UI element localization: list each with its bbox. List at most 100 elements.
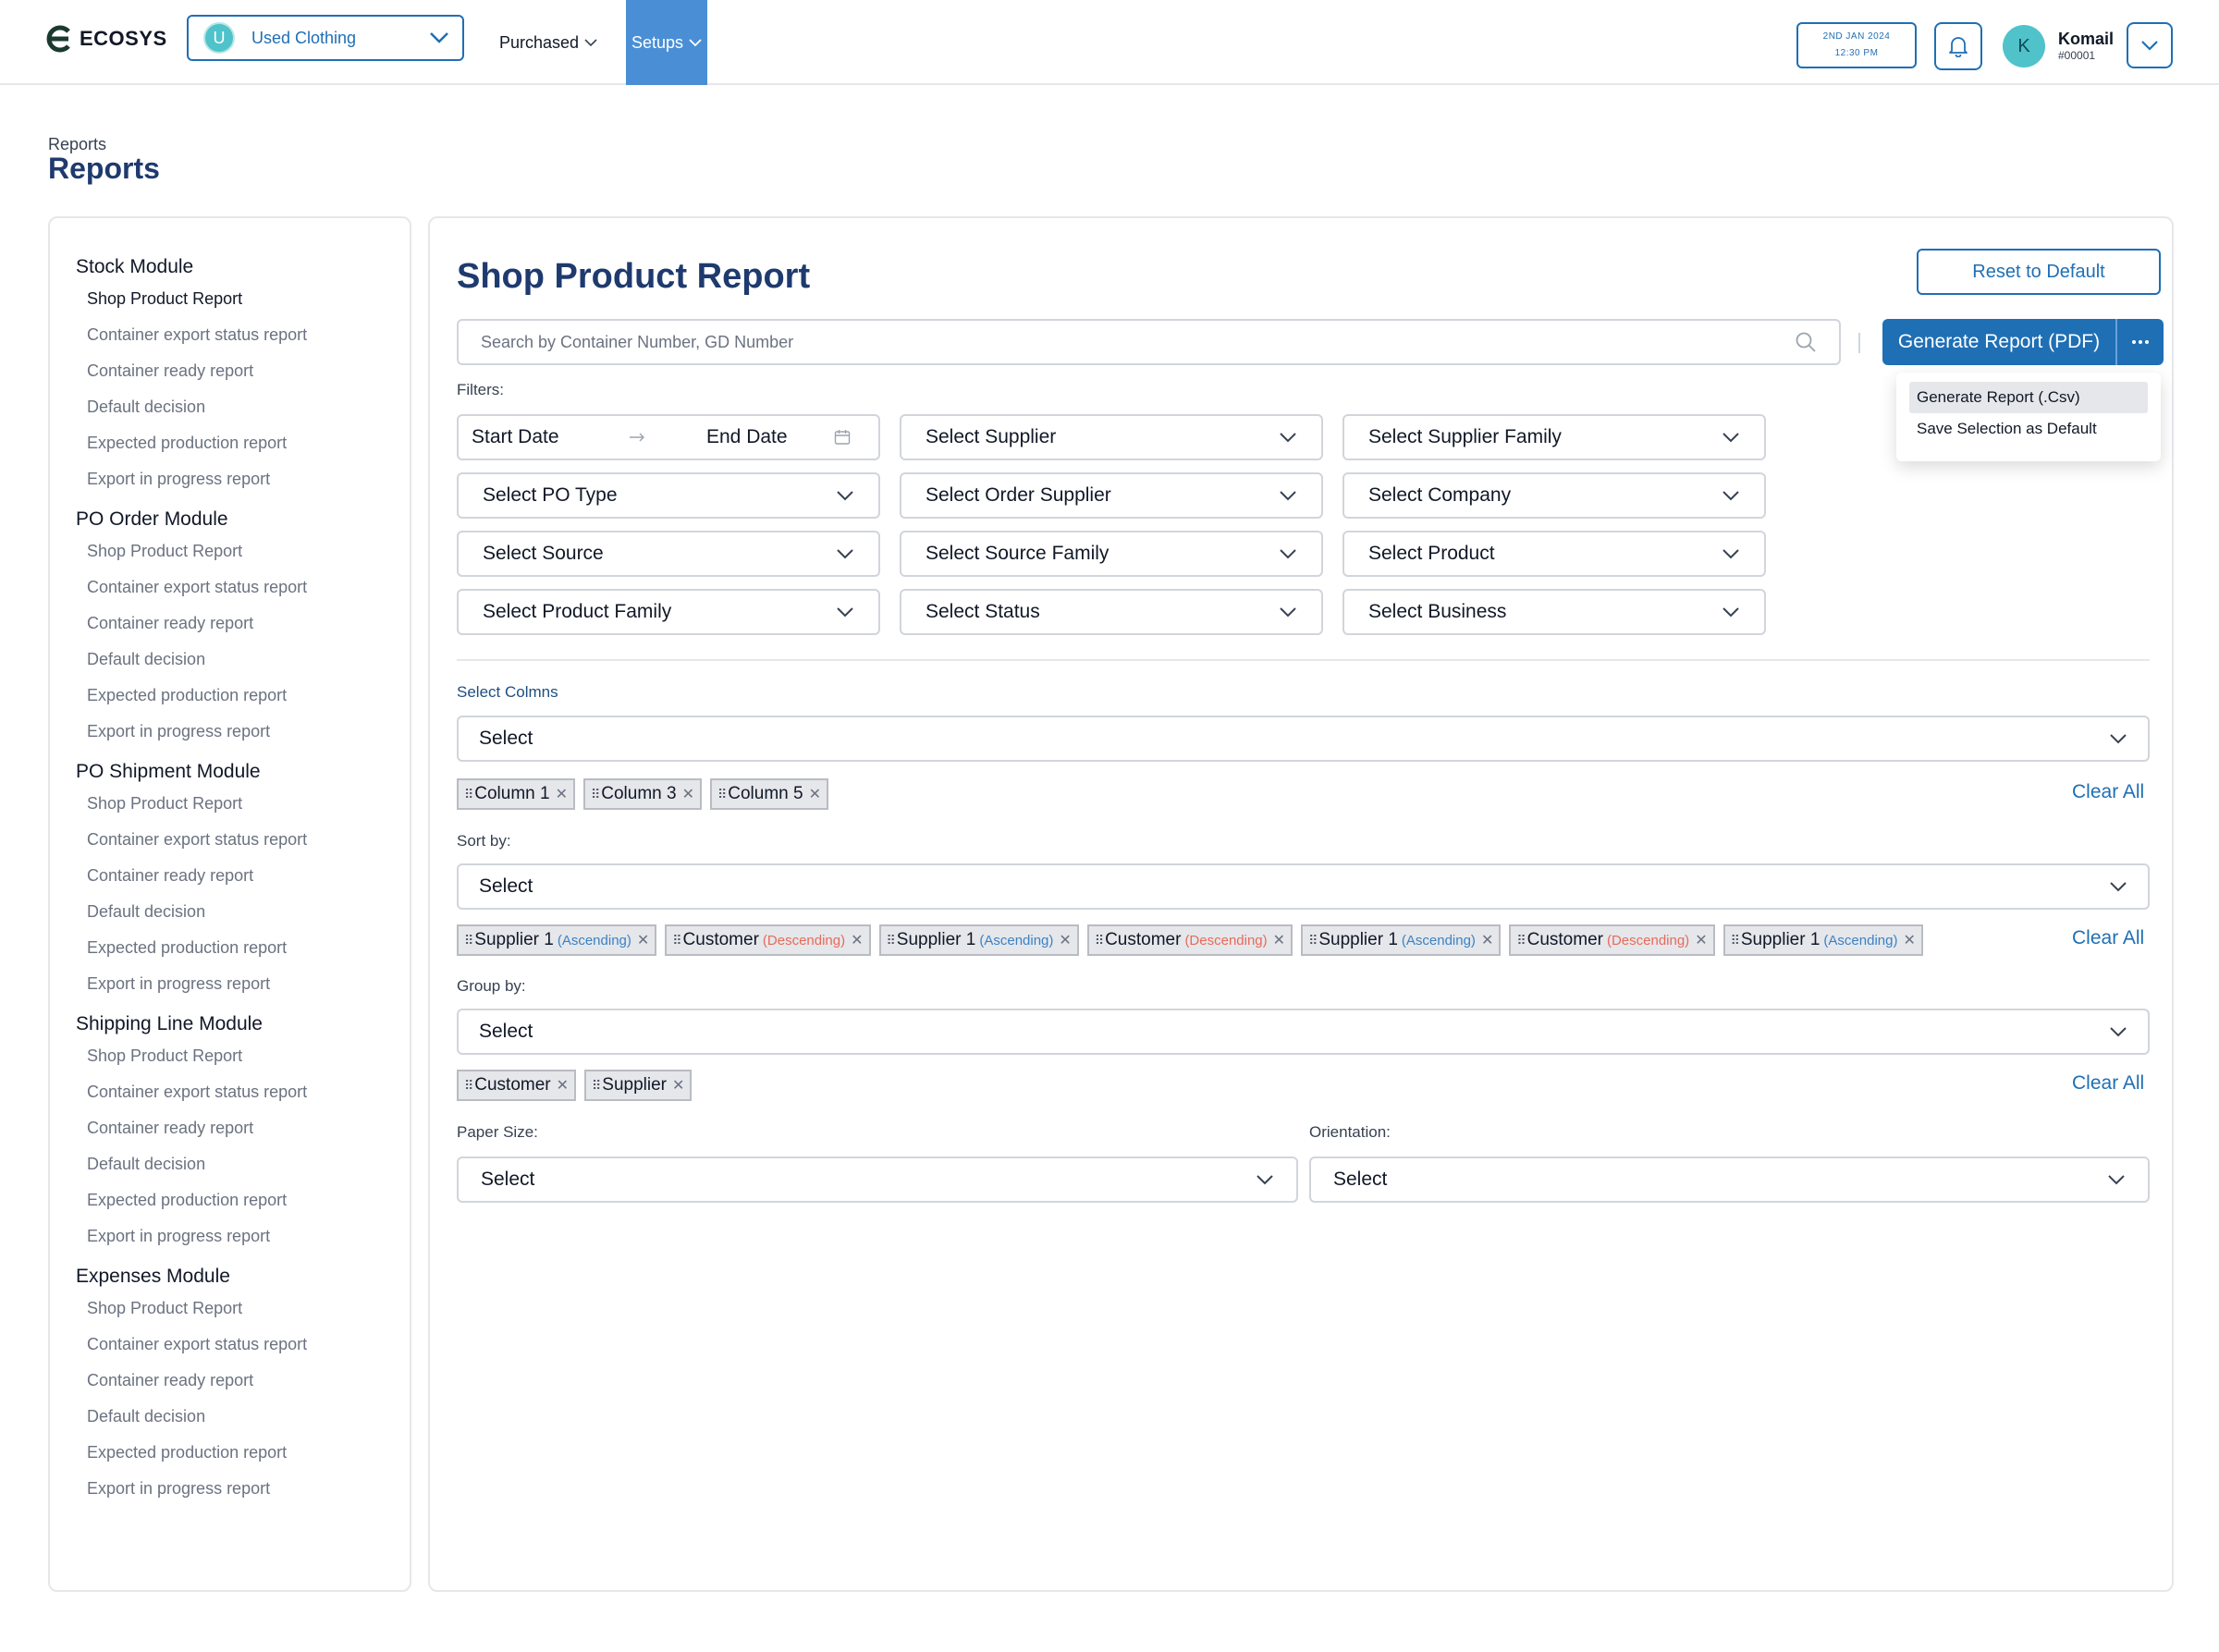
nav-setups[interactable]: Setups [626,0,707,85]
paper-size-select[interactable]: Select [457,1156,1298,1203]
sidebar-item[interactable]: Export in progress report [76,974,410,1010]
sidebar-item[interactable]: Container ready report [76,614,410,650]
close-icon[interactable]: ✕ [851,931,863,949]
close-icon[interactable]: ✕ [1695,931,1707,949]
sort-chip[interactable]: ⠿ Customer (Descending) ✕ [1509,924,1715,956]
supplier-family-select[interactable]: Select Supplier Family [1342,414,1766,460]
notifications-button[interactable] [1934,22,1982,70]
end-date-field[interactable]: End Date [706,426,834,448]
sidebar-item[interactable]: Container ready report [76,1371,410,1407]
status-select[interactable]: Select Status [900,589,1323,635]
sidebar-item[interactable]: Expected production report [76,434,410,470]
sidebar-item[interactable]: Shop Product Report [76,1299,410,1335]
module-title[interactable]: PO Order Module [76,506,410,542]
sidebar-item[interactable]: Shop Product Report [76,794,410,830]
close-icon[interactable]: ✕ [682,785,694,803]
grip-icon[interactable]: ⠿ [464,787,473,802]
sidebar-item[interactable]: Container ready report [76,866,410,902]
nav-purchased[interactable]: Purchased [499,0,597,85]
search-input[interactable]: Search by Container Number, GD Number [457,319,1841,365]
module-title[interactable]: Stock Module [76,253,410,289]
sidebar-item[interactable]: Shop Product Report [76,289,410,325]
sort-chip[interactable]: ⠿ Supplier 1 (Ascending) ✕ [1722,924,1923,956]
po-type-select[interactable]: Select PO Type [457,472,880,519]
grip-icon[interactable]: ⠿ [887,933,896,948]
grip-icon[interactable]: ⠿ [464,1078,473,1094]
group-chip[interactable]: ⠿ Supplier ✕ [584,1070,693,1101]
group-chip[interactable]: ⠿ Customer ✕ [457,1070,577,1101]
sidebar-item[interactable]: Container export status report [76,578,410,614]
sidebar-item[interactable]: Container ready report [76,361,410,398]
grip-icon[interactable]: ⠿ [717,787,727,802]
supplier-select[interactable]: Select Supplier [900,414,1323,460]
close-icon[interactable]: ✕ [557,1076,569,1095]
user-menu-button[interactable] [2127,22,2173,68]
clear-all-columns-button[interactable]: Clear All [2072,781,2144,803]
module-title[interactable]: Shipping Line Module [76,1010,410,1046]
source-select[interactable]: Select Source [457,531,880,577]
clear-all-group-button[interactable]: Clear All [2072,1072,2144,1095]
product-family-select[interactable]: Select Product Family [457,589,880,635]
sidebar-item[interactable]: Default decision [76,1155,410,1191]
sidebar-item[interactable]: Expected production report [76,938,410,974]
logo[interactable]: ECOSYS [44,22,167,55]
column-chip[interactable]: ⠿ Column 5 ✕ [710,778,828,810]
close-icon[interactable]: ✕ [1059,931,1071,949]
sort-chip[interactable]: ⠿ Supplier 1 (Ascending) ✕ [878,924,1079,956]
sidebar-item[interactable]: Export in progress report [76,470,410,506]
sidebar-item[interactable]: Export in progress report [76,1479,410,1515]
reset-to-default-button[interactable]: Reset to Default [1917,249,2161,295]
grip-icon[interactable]: ⠿ [1308,933,1318,948]
close-icon[interactable]: ✕ [637,931,649,949]
sort-chip[interactable]: ⠿ Supplier 1 (Ascending) ✕ [1301,924,1502,956]
sidebar-item[interactable]: Container export status report [76,1335,410,1371]
sidebar-item[interactable]: Shop Product Report [76,542,410,578]
user-profile[interactable]: K Komail #00001 [2003,22,2114,70]
orientation-select[interactable]: Select [1309,1156,2150,1203]
clear-all-sort-button[interactable]: Clear All [2072,927,2144,949]
start-date-field[interactable]: Start Date [472,426,629,448]
columns-select[interactable]: Select [457,716,2150,762]
close-icon[interactable]: ✕ [672,1076,684,1095]
grip-icon[interactable]: ⠿ [592,1078,601,1094]
grip-icon[interactable]: ⠿ [1095,933,1104,948]
date-range-picker[interactable]: Start Date End Date [457,414,880,460]
sidebar-item[interactable]: Export in progress report [76,722,410,758]
sidebar-item[interactable]: Container export status report [76,830,410,866]
business-filter-select[interactable]: Select Business [1342,589,1766,635]
close-icon[interactable]: ✕ [1903,931,1915,949]
sidebar-item[interactable]: Expected production report [76,1443,410,1479]
menu-item-save-default[interactable]: Save Selection as Default [1909,413,2148,445]
close-icon[interactable]: ✕ [809,785,821,803]
company-select[interactable]: Select Company [1342,472,1766,519]
generate-more-button[interactable] [2117,319,2164,365]
grip-icon[interactable]: ⠿ [1731,933,1740,948]
column-chip[interactable]: ⠿ Column 1 ✕ [457,778,575,810]
grip-icon[interactable]: ⠿ [464,933,473,948]
sidebar-item[interactable]: Container export status report [76,325,410,361]
sidebar-item[interactable]: Shop Product Report [76,1046,410,1083]
sort-chip[interactable]: ⠿ Supplier 1 (Ascending) ✕ [457,924,657,956]
group-by-select[interactable]: Select [457,1009,2150,1055]
grip-icon[interactable]: ⠿ [1516,933,1526,948]
close-icon[interactable]: ✕ [1481,931,1493,949]
sidebar-item[interactable]: Default decision [76,1407,410,1443]
sidebar-item[interactable]: Expected production report [76,686,410,722]
product-select[interactable]: Select Product [1342,531,1766,577]
source-family-select[interactable]: Select Source Family [900,531,1323,577]
module-title[interactable]: PO Shipment Module [76,758,410,794]
sidebar-item[interactable]: Export in progress report [76,1227,410,1263]
generate-report-label[interactable]: Generate Report (PDF) [1882,319,2117,365]
sidebar-item[interactable]: Container ready report [76,1119,410,1155]
sidebar-item[interactable]: Default decision [76,398,410,434]
grip-icon[interactable]: ⠿ [591,787,600,802]
grip-icon[interactable]: ⠿ [672,933,681,948]
sidebar-item[interactable]: Default decision [76,902,410,938]
generate-report-button[interactable]: Generate Report (PDF) [1882,319,2164,365]
sort-chip[interactable]: ⠿ Customer (Descending) ✕ [665,924,871,956]
close-icon[interactable]: ✕ [556,785,568,803]
menu-item-generate-csv[interactable]: Generate Report (.Csv) [1909,382,2148,413]
sidebar-item[interactable]: Expected production report [76,1191,410,1227]
module-title[interactable]: Expenses Module [76,1263,410,1299]
sidebar-item[interactable]: Default decision [76,650,410,686]
